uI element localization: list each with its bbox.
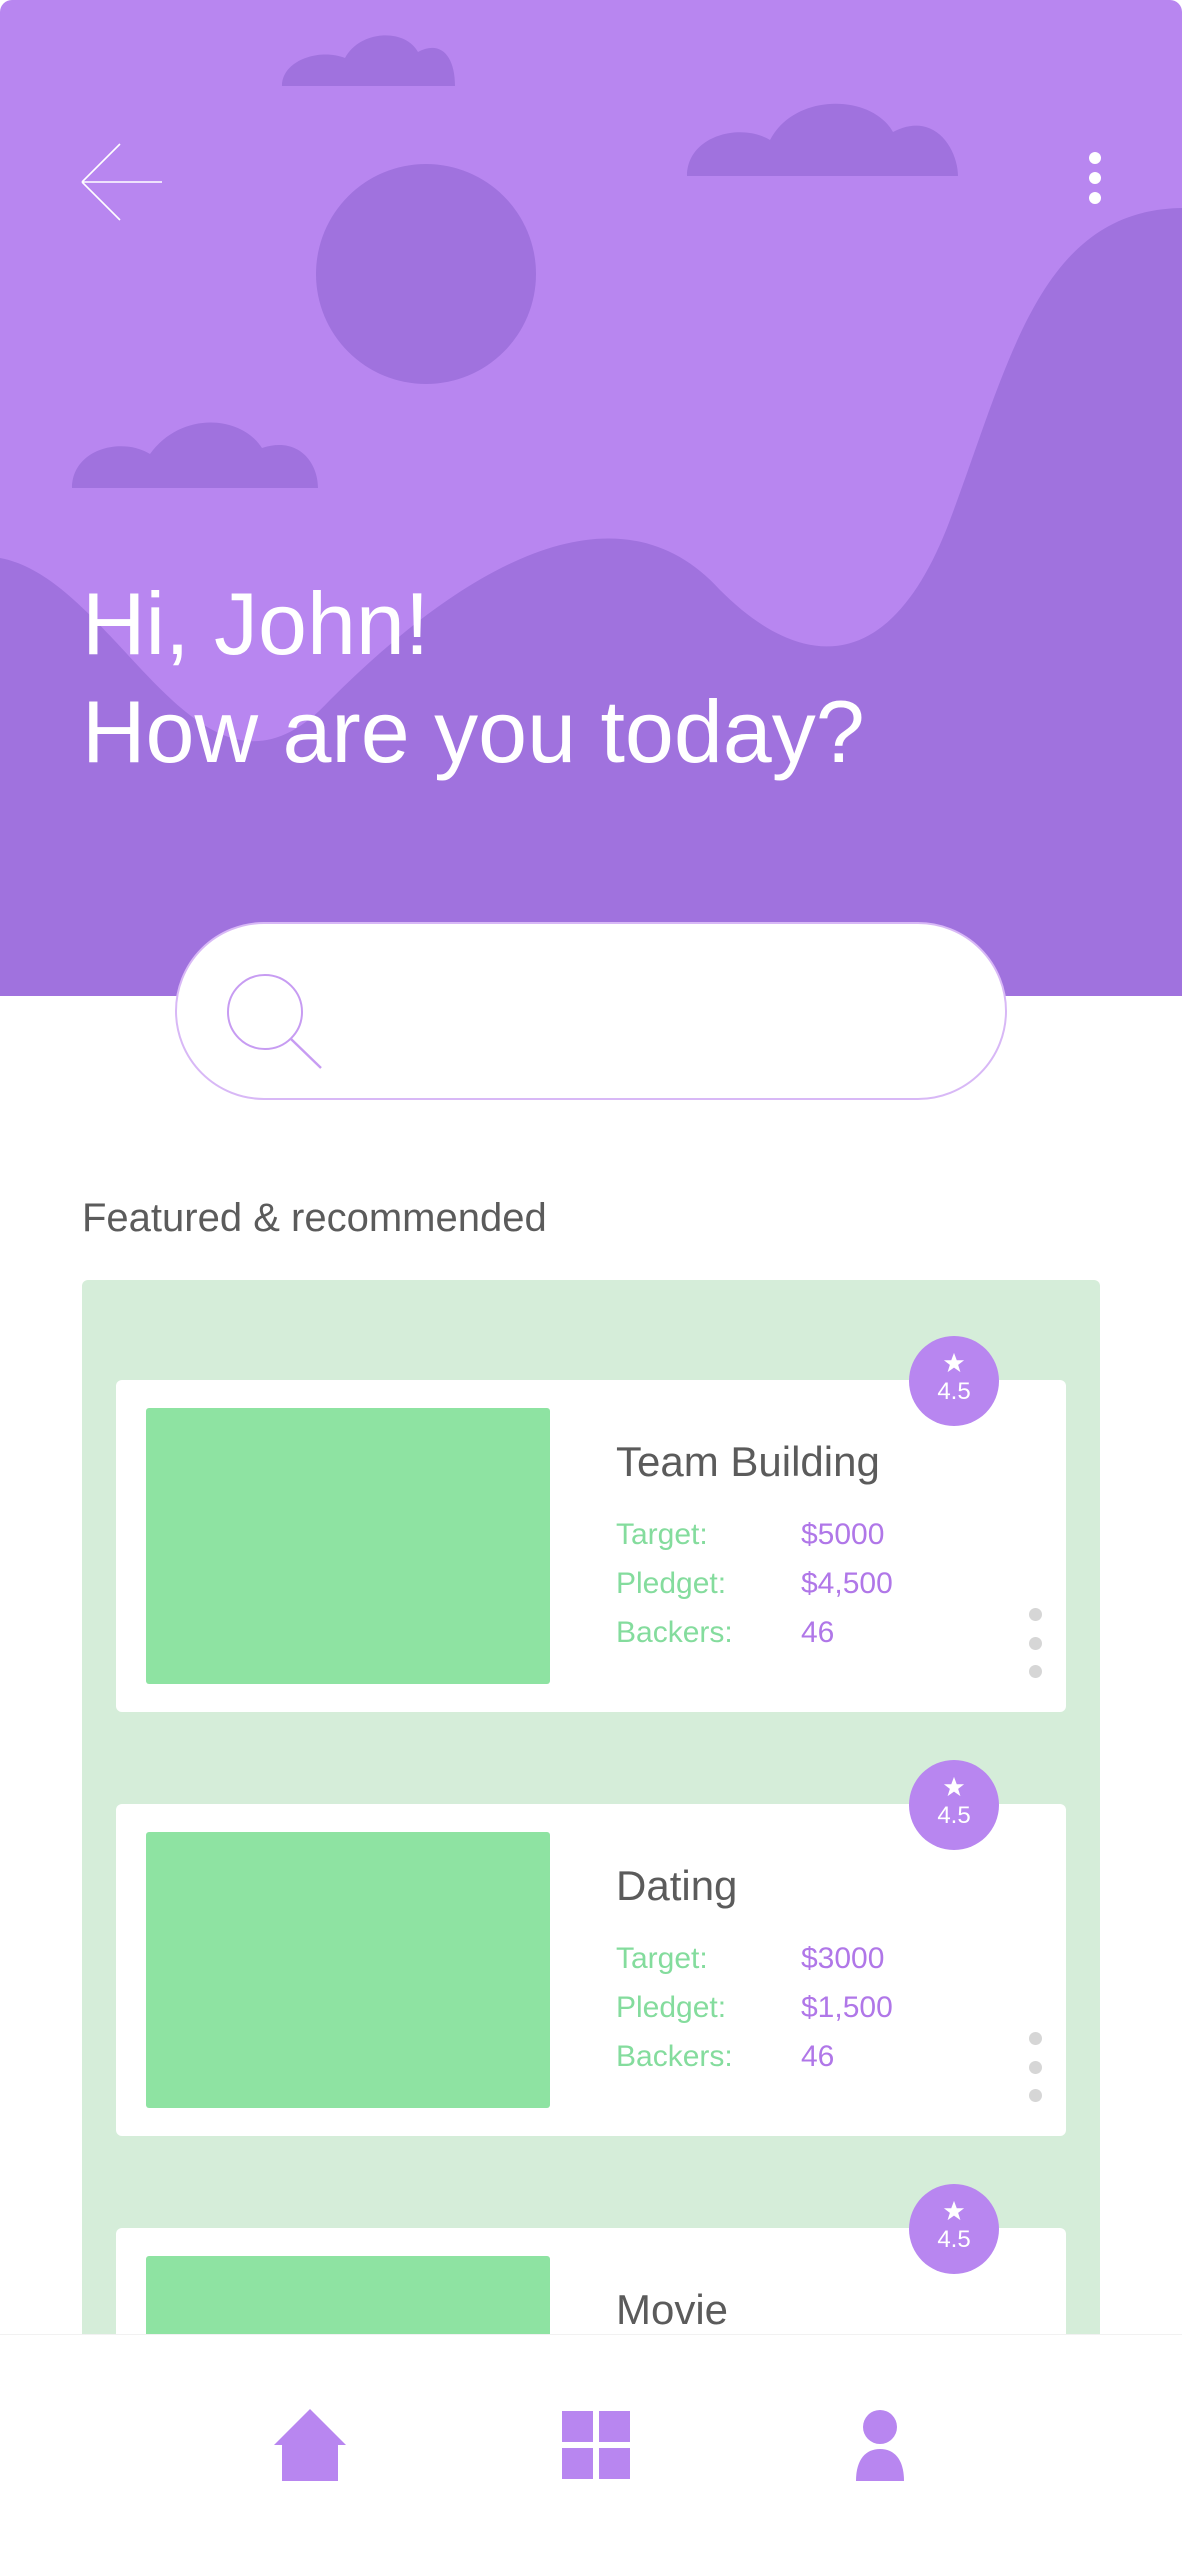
greeting-line-1: Hi, John! bbox=[82, 574, 430, 673]
dot bbox=[1028, 1608, 1042, 1621]
stat-value: $1,500 bbox=[801, 1990, 893, 2024]
rating-badge: 4.5 bbox=[909, 2184, 999, 2274]
header-banner: Hi, John! How are you today? bbox=[0, 0, 1182, 996]
rating-value: 4.5 bbox=[937, 2226, 971, 2253]
nav-grid[interactable] bbox=[556, 2405, 636, 2485]
nav-home[interactable] bbox=[270, 2405, 350, 2485]
grid-icon bbox=[562, 2411, 630, 2479]
card-more-button[interactable] bbox=[1024, 1608, 1046, 1678]
featured-list: Team Building Target: $5000 Pledget: $4,… bbox=[82, 1280, 1100, 2334]
more-vertical-icon bbox=[1089, 152, 1101, 204]
project-card[interactable]: Dating Target: $3000 Pledget: $1,500 Bac… bbox=[116, 1804, 1066, 2136]
stat-row: Backers: 46 bbox=[616, 1608, 893, 1657]
home-icon bbox=[274, 2409, 346, 2481]
arrow-left-icon bbox=[81, 143, 162, 221]
card-thumbnail bbox=[146, 1832, 550, 2108]
stat-value: $5000 bbox=[801, 1517, 885, 1551]
project-card[interactable]: Team Building Target: $5000 Pledget: $4,… bbox=[116, 1380, 1066, 1712]
card-stats: Target: $3000 Pledget: $1,500 Backers: 4… bbox=[616, 1934, 893, 2081]
stat-row: Backers: 46 bbox=[616, 2032, 893, 2081]
rating-badge: 4.5 bbox=[909, 1336, 999, 1426]
stat-row: Pledget: $4,500 bbox=[616, 1559, 893, 1608]
dot bbox=[1028, 2032, 1042, 2045]
stat-value: 46 bbox=[801, 1615, 835, 1649]
dot bbox=[1028, 2060, 1042, 2074]
card-thumbnail bbox=[146, 1408, 550, 1684]
stat-label: Backers: bbox=[616, 2039, 733, 2073]
stat-label: Target: bbox=[616, 1941, 708, 1975]
stat-row: Pledget: $1,500 bbox=[616, 1983, 893, 2032]
rating-value: 4.5 bbox=[937, 1802, 971, 1829]
rating-value: 4.5 bbox=[937, 1378, 971, 1405]
card-thumbnail bbox=[146, 2256, 550, 2334]
card-title: Team Building bbox=[616, 1438, 880, 1485]
stat-value: 46 bbox=[801, 2039, 835, 2073]
rating-badge: 4.5 bbox=[909, 1760, 999, 1850]
dot bbox=[1028, 2089, 1042, 2102]
stat-label: Pledget: bbox=[616, 1990, 727, 2024]
search-icon bbox=[227, 974, 322, 1069]
star-icon bbox=[943, 1776, 965, 1797]
stat-label: Pledget: bbox=[616, 1566, 727, 1600]
greeting: Hi, John! How are you today? bbox=[82, 570, 865, 786]
dot bbox=[1028, 1665, 1042, 1678]
card-title: Movie bbox=[616, 2286, 729, 2333]
section-title: Featured & recommended bbox=[82, 1196, 547, 1240]
search-input[interactable] bbox=[327, 964, 967, 1060]
stat-row: Target: $5000 bbox=[616, 1510, 893, 1559]
back-button[interactable] bbox=[78, 142, 166, 222]
menu-button[interactable] bbox=[1078, 140, 1112, 216]
card-title: Dating bbox=[616, 1862, 738, 1909]
greeting-line-2: How are you today? bbox=[82, 682, 865, 781]
card-more-button[interactable] bbox=[1024, 2032, 1046, 2102]
user-icon bbox=[856, 2410, 904, 2481]
stat-label: Backers: bbox=[616, 1615, 733, 1649]
search-bar[interactable] bbox=[175, 922, 1007, 1100]
stat-row: Target: $3000 bbox=[616, 1934, 893, 1983]
card-stats: Target: $5000 Pledget: $4,500 Backers: 4… bbox=[616, 1510, 893, 1657]
header-illustration bbox=[0, 35, 1182, 996]
stat-value: $3000 bbox=[801, 1941, 885, 1975]
stat-value: $4,500 bbox=[801, 1566, 893, 1600]
star-icon bbox=[943, 1352, 965, 1373]
dot bbox=[1028, 1636, 1042, 1650]
star-icon bbox=[943, 2200, 965, 2221]
bottom-nav bbox=[0, 2334, 1182, 2554]
stat-label: Target: bbox=[616, 1517, 708, 1551]
nav-profile[interactable] bbox=[840, 2405, 920, 2485]
